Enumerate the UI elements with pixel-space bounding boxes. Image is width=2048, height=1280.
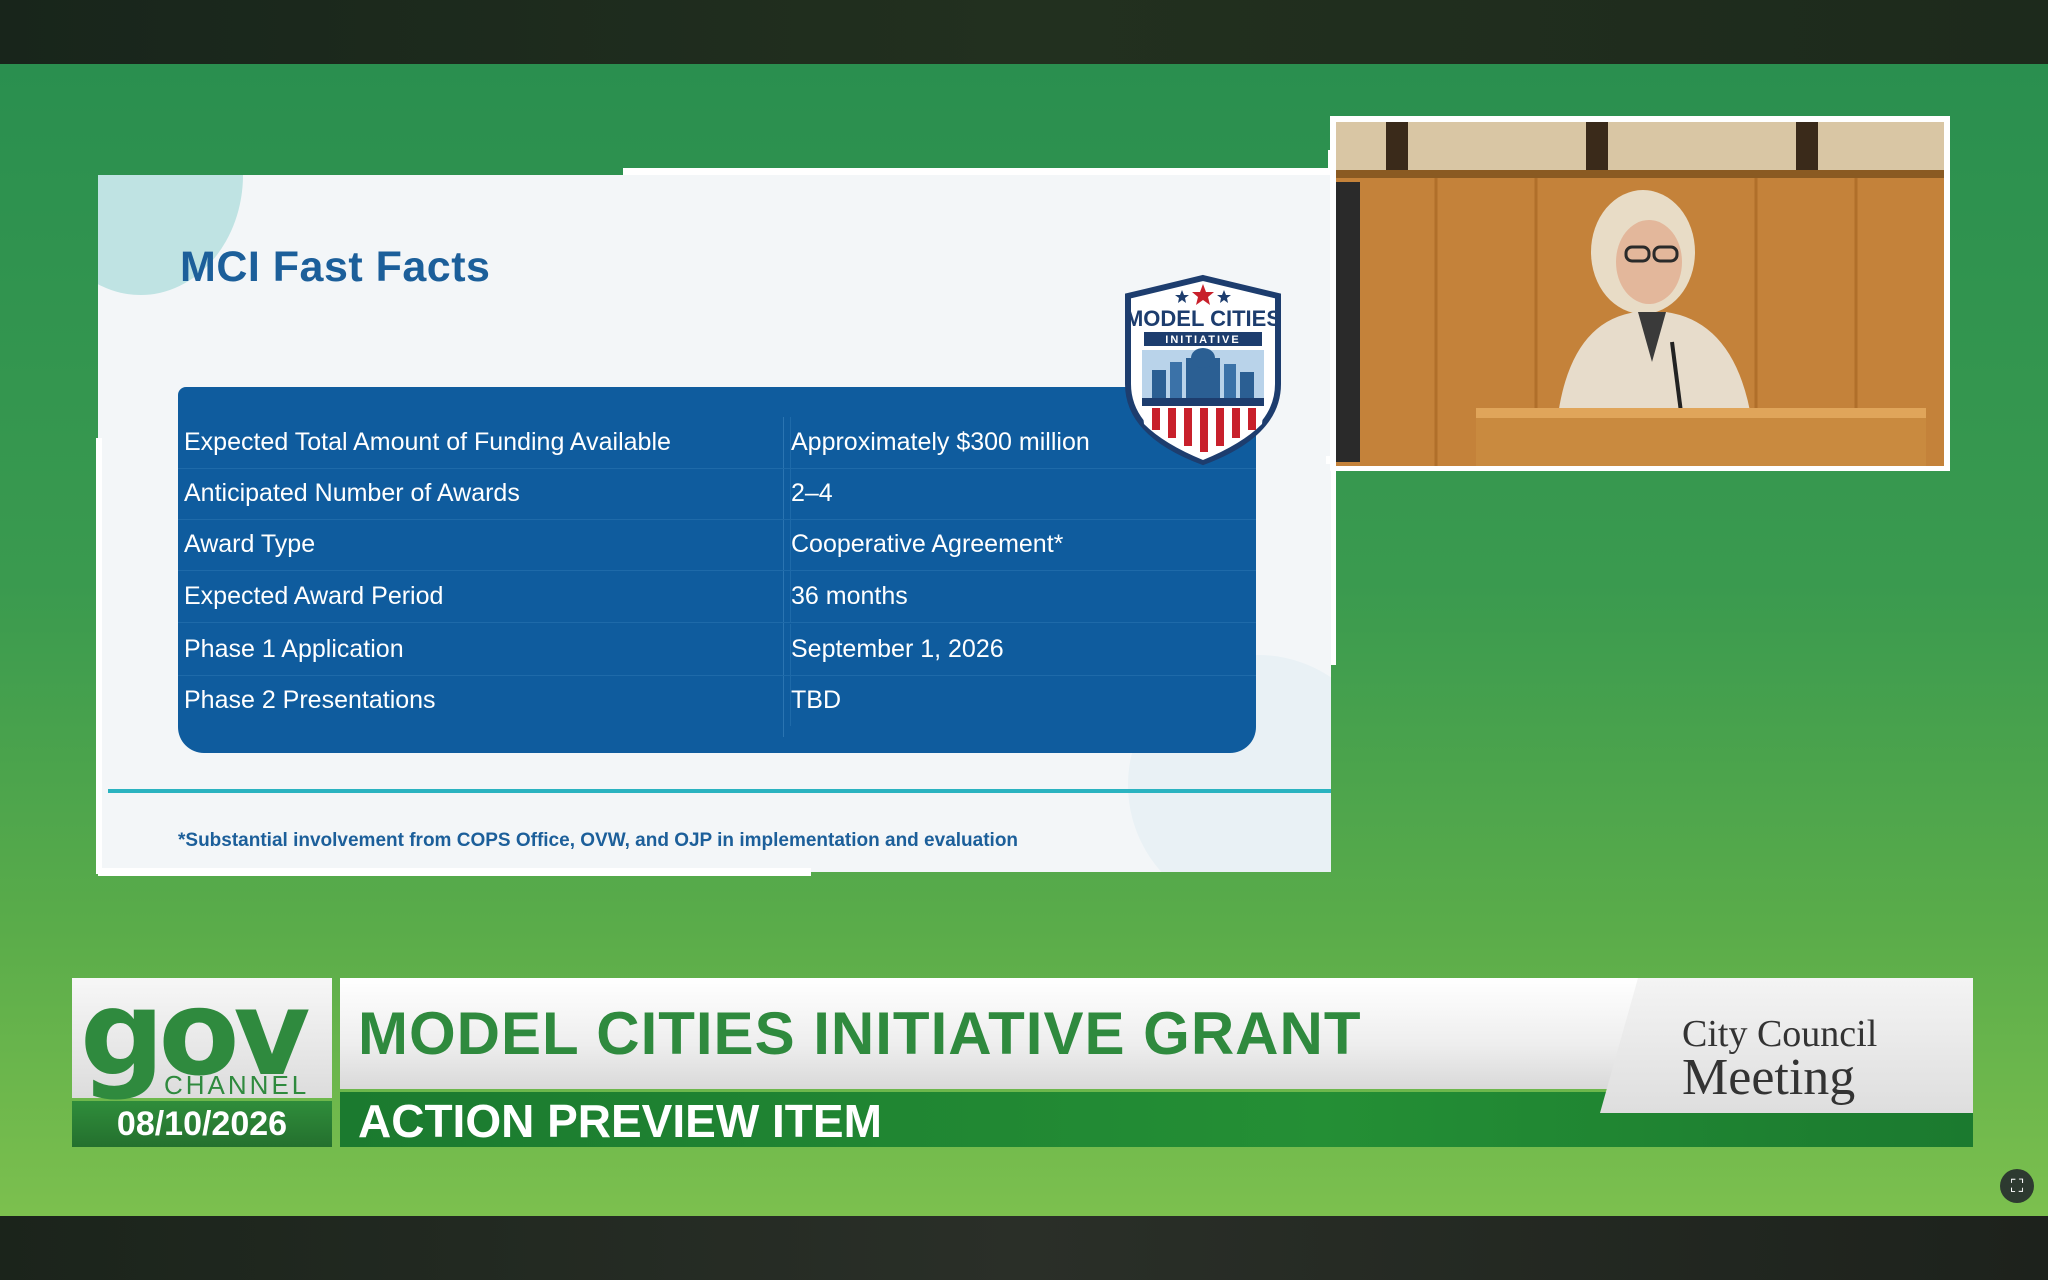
slide-title: MCI Fast Facts [180,243,491,291]
meeting-label-line2: Meeting [1682,1049,1856,1106]
slide-border-top [623,168,1328,175]
speaker-video-feed [1336,122,1944,466]
slide-footnote: *Substantial involvement from COPS Offic… [178,830,1019,851]
fact-value: Cooperative Agreement* [790,519,1063,570]
table-row: Anticipated Number of Awards 2–4 [178,468,1256,520]
badge-subtitle: INITIATIVE [1165,334,1240,346]
table-row: Phase 1 Application September 1, 2026 [178,624,1256,676]
slide-border-bottom [98,868,811,876]
slide-border-left [96,438,102,874]
fact-label: Award Type [184,530,316,558]
badge-title: MODEL CITIES [1125,306,1281,331]
broadcast-date: 08/10/2026 [72,1101,332,1147]
table-row: Expected Total Amount of Funding Availab… [178,417,1256,469]
fact-value: Approximately $300 million [790,417,1090,468]
fact-value: 36 months [790,571,908,622]
screen-capture-icon[interactable]: ⛶ [2000,1169,2034,1203]
headline-text: MODEL CITIES INITIATIVE GRANT [358,1000,1362,1067]
fact-label: Expected Award Period [184,582,444,610]
meeting-label-box: City Council Meeting [1600,978,1973,1113]
slide-divider-line [108,789,1331,793]
fast-facts-table: Expected Total Amount of Funding Availab… [178,387,1256,753]
fact-value: TBD [790,675,841,726]
model-cities-logo: MODEL CITIES INITIATIVE [1125,274,1281,466]
channel-logo-text: CHANNEL [164,1070,310,1100]
headline-bar: MODEL CITIES INITIATIVE GRANT [340,978,1640,1089]
table-row: Phase 2 Presentations TBD [178,675,1256,726]
bottom-letterbox-bar [0,1216,2048,1280]
fact-label: Phase 1 Application [184,635,404,663]
table-row: Expected Award Period 36 months [178,571,1256,623]
fact-label: Phase 2 Presentations [184,686,436,714]
gov-channel-logo: gov CHANNEL [72,964,332,1102]
fact-label: Expected Total Amount of Funding Availab… [184,428,671,456]
subheadline-text: ACTION PREVIEW ITEM [358,1095,882,1147]
fact-value: 2–4 [790,468,833,519]
table-row: Award Type Cooperative Agreement* [178,519,1256,571]
fact-value: September 1, 2026 [790,624,1004,675]
fact-label: Anticipated Number of Awards [184,479,520,507]
top-letterbox-bar [0,0,2048,64]
